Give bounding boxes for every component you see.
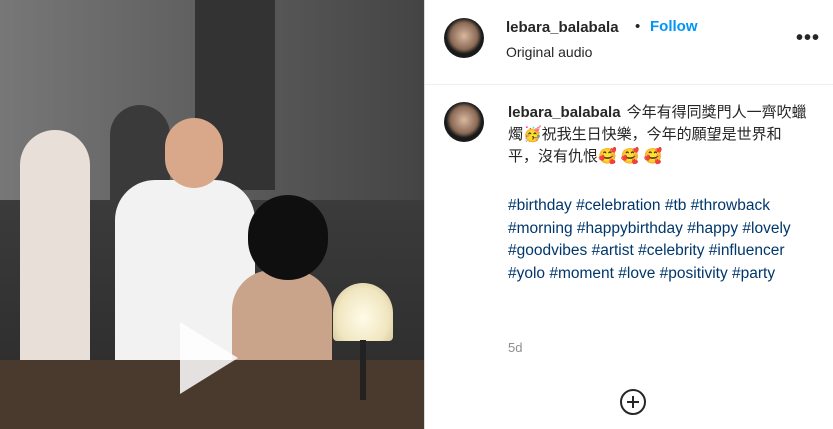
- caption: lebara_balabala 今年有得同獎門人一齊吹蠟燭🥳祝我生日快樂，今年的願…: [508, 102, 808, 168]
- post-video[interactable]: [0, 0, 424, 429]
- plus-circle-icon[interactable]: [619, 388, 647, 416]
- caption-avatar[interactable]: [444, 102, 484, 142]
- video-person-right-hair: [248, 195, 328, 280]
- more-options-icon[interactable]: •••: [796, 27, 820, 50]
- video-lamp: [333, 283, 393, 341]
- play-icon[interactable]: [180, 322, 238, 394]
- follow-button[interactable]: Follow: [650, 18, 698, 35]
- video-lamp-stem: [360, 340, 366, 400]
- header-username[interactable]: lebara_balabala: [506, 19, 619, 36]
- caption-hashtags[interactable]: #birthday #celebration #tb #throwback #m…: [508, 195, 808, 285]
- post-time[interactable]: 5d: [508, 340, 522, 355]
- caption-username[interactable]: lebara_balabala: [508, 104, 621, 121]
- video-person-center-head: [165, 118, 223, 188]
- audio-label[interactable]: Original audio: [506, 44, 592, 60]
- post-header: [425, 0, 833, 85]
- header-separator: •: [635, 18, 641, 35]
- header-avatar[interactable]: [444, 18, 484, 58]
